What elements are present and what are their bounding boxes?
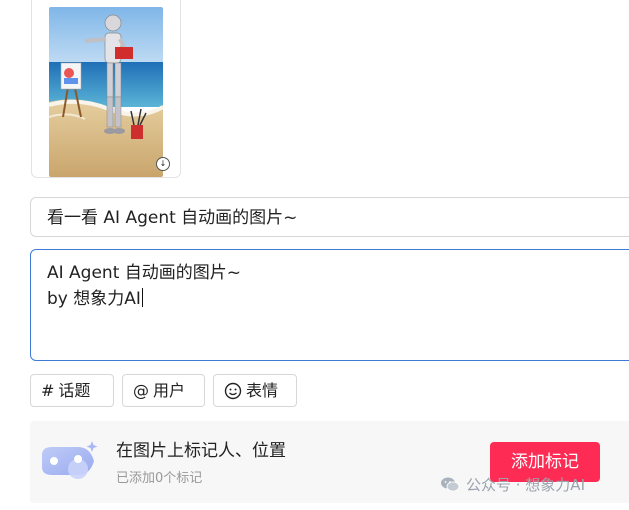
post-description-textarea[interactable]: AI Agent 自动画的图片~ by 想象力AI: [30, 249, 629, 361]
tag-location-icon: [42, 441, 98, 479]
description-line: by 想象力AI: [47, 286, 629, 312]
smiley-icon: [224, 382, 242, 399]
tag-count-text: 已添加0个标记: [116, 471, 203, 486]
emoji-label: 表情: [246, 381, 279, 400]
tag-panel-title: 在图片上标记人、位置: [116, 441, 286, 461]
watermark-text: 公众号 · 想象力AI: [466, 476, 585, 494]
description-line: AI Agent 自动画的图片~: [47, 263, 242, 283]
image-thumbnail[interactable]: ↓: [31, 0, 181, 178]
text-caret: [141, 288, 144, 307]
wechat-watermark: 公众号 · 想象力AI: [440, 474, 585, 495]
download-icon[interactable]: ↓: [156, 157, 170, 171]
topic-button[interactable]: # 话题: [30, 374, 114, 407]
hash-icon: #: [41, 381, 55, 400]
wechat-icon: [441, 477, 460, 492]
at-icon: @: [133, 381, 149, 400]
robot-painting-image: [49, 7, 163, 177]
mention-user-button[interactable]: @ 用户: [122, 374, 205, 407]
user-label: 用户: [153, 381, 186, 400]
topic-label: 话题: [58, 381, 91, 400]
emoji-button[interactable]: 表情: [213, 374, 297, 407]
post-title-input[interactable]: 看一看 AI Agent 自动画的图片~: [30, 197, 629, 237]
